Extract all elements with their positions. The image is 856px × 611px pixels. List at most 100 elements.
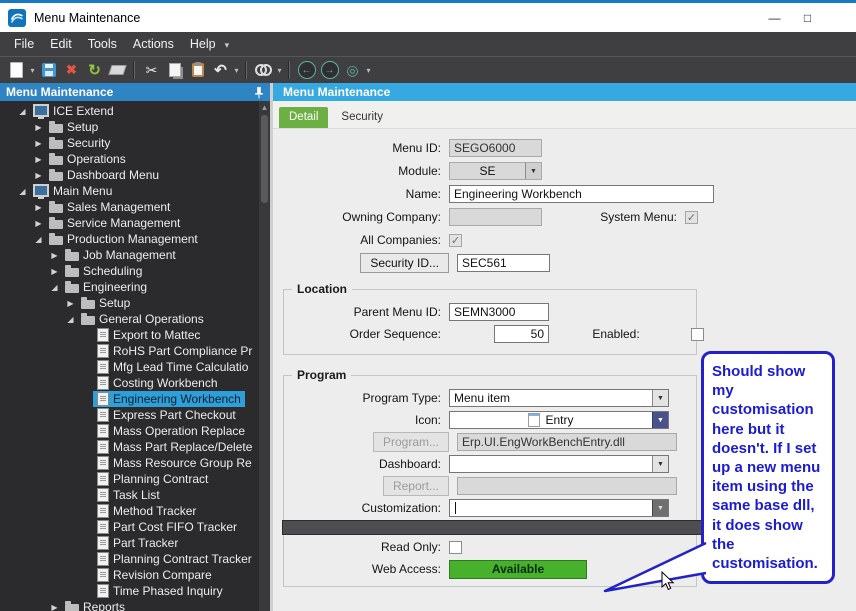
menu-actions[interactable]: Actions — [125, 34, 182, 54]
tree-node[interactable]: Mfg Lead Time Calculatio — [93, 359, 252, 375]
expander-icon[interactable] — [32, 219, 45, 228]
scroll-up-icon[interactable]: ▲ — [261, 103, 269, 112]
tree-item[interactable]: General Operations — [0, 311, 259, 327]
tree-node[interactable]: Engineering Workbench — [93, 391, 245, 407]
tree-node[interactable]: Task List — [93, 487, 164, 503]
customization-select[interactable]: ▼ — [449, 499, 669, 517]
expander-icon[interactable] — [48, 251, 61, 260]
expander-icon[interactable] — [32, 203, 45, 212]
expander-icon[interactable] — [48, 267, 61, 276]
tree-node[interactable]: Method Tracker — [93, 503, 200, 519]
chevron-down-icon[interactable]: ▼ — [652, 390, 668, 406]
tree-node[interactable]: Scheduling — [61, 263, 146, 279]
tree-node[interactable]: RoHS Part Compliance Pr — [93, 343, 256, 359]
tree-item[interactable]: Mfg Lead Time Calculatio — [0, 359, 259, 375]
tree-item[interactable]: Reports — [0, 599, 259, 611]
chevron-down-icon[interactable]: ▾ — [364, 66, 373, 75]
chevron-down-icon[interactable]: ▾ — [28, 66, 37, 75]
expander-icon[interactable] — [64, 315, 77, 324]
tree-item[interactable]: Setup — [0, 295, 259, 311]
tree-item[interactable]: Service Management — [0, 215, 259, 231]
tree-item[interactable]: RoHS Part Compliance Pr — [0, 343, 259, 359]
parent-menu-id-field[interactable]: SEMN3000 — [449, 303, 549, 321]
tree-node[interactable]: Service Management — [45, 215, 184, 231]
tree-node[interactable]: Planning Contract Tracker — [93, 551, 256, 567]
menu-edit[interactable]: Edit — [42, 34, 80, 54]
tree-node[interactable]: Production Management — [45, 231, 202, 247]
tree-node[interactable]: Security — [45, 135, 114, 151]
tree-node[interactable]: Time Phased Inquiry — [93, 583, 227, 599]
tree-node[interactable]: Planning Contract — [93, 471, 212, 487]
enabled-checkbox[interactable] — [691, 328, 704, 341]
expander-icon[interactable] — [16, 187, 29, 196]
tree-item[interactable]: Mass Operation Replace — [0, 423, 259, 439]
tree-item[interactable]: ICE Extend — [0, 103, 259, 119]
menu-tools[interactable]: Tools — [80, 34, 125, 54]
tree-item[interactable]: Method Tracker — [0, 503, 259, 519]
tree-item[interactable]: Scheduling — [0, 263, 259, 279]
tree-item[interactable]: Planning Contract — [0, 471, 259, 487]
expander-icon[interactable] — [32, 235, 45, 244]
tree-item[interactable]: Main Menu — [0, 183, 259, 199]
pin-icon[interactable] — [254, 86, 264, 99]
tree-item[interactable]: Job Management — [0, 247, 259, 263]
name-field[interactable]: Engineering Workbench — [449, 185, 714, 203]
tree-item[interactable]: Revision Compare — [0, 567, 259, 583]
tree-node[interactable]: Export to Mattec — [93, 327, 204, 343]
tree-scrollbar[interactable]: ▲ — [259, 101, 270, 611]
tree-item[interactable]: Planning Contract Tracker — [0, 551, 259, 567]
tree-node[interactable]: General Operations — [77, 311, 208, 327]
read-only-checkbox[interactable] — [449, 541, 462, 554]
tree-item[interactable]: Mass Resource Group Re — [0, 455, 259, 471]
dashboard-select[interactable]: ▼ — [449, 455, 669, 473]
expander-icon[interactable] — [16, 107, 29, 116]
tree-item[interactable]: Sales Management — [0, 199, 259, 215]
tree-node[interactable]: Revision Compare — [93, 567, 216, 583]
scrollbar-thumb[interactable] — [261, 115, 268, 203]
new-button[interactable] — [5, 59, 28, 81]
tree-node[interactable]: ICE Extend — [29, 103, 118, 119]
tree-node[interactable]: Sales Management — [45, 199, 174, 215]
order-sequence-field[interactable]: 50 — [494, 325, 549, 343]
tab-detail[interactable]: Detail — [279, 107, 328, 128]
tree-item[interactable]: Dashboard Menu — [0, 167, 259, 183]
expander-icon[interactable] — [32, 139, 45, 148]
web-access-status-badge[interactable]: Available — [449, 560, 587, 579]
maximize-button[interactable]: □ — [793, 7, 822, 29]
cut-button[interactable]: ✂ — [140, 59, 163, 81]
expander-icon[interactable] — [48, 603, 61, 611]
chevron-down-icon[interactable]: ▼ — [652, 412, 668, 428]
chevron-down-icon[interactable]: ▼ — [652, 456, 668, 472]
tree-item[interactable]: Production Management — [0, 231, 259, 247]
tree-node[interactable]: Main Menu — [29, 183, 116, 199]
tree-node[interactable]: Setup — [45, 119, 102, 135]
navigate-back-button[interactable]: ← — [295, 59, 318, 81]
undo-button[interactable]: ↶ — [209, 59, 232, 81]
tree-node[interactable]: Mass Operation Replace — [93, 423, 249, 439]
tree-item[interactable]: Engineering — [0, 279, 259, 295]
tree-node[interactable]: Express Part Checkout — [93, 407, 240, 423]
paste-button[interactable] — [186, 59, 209, 81]
chevron-down-icon[interactable]: ▾ — [224, 38, 235, 51]
tree-item[interactable]: Costing Workbench — [0, 375, 259, 391]
copy-button[interactable] — [163, 59, 186, 81]
tree-node[interactable]: Mass Part Replace/Delete — [93, 439, 256, 455]
tree-node[interactable]: Costing Workbench — [93, 375, 222, 391]
delete-button[interactable]: ✖ — [60, 59, 83, 81]
tree-item[interactable]: Export to Mattec — [0, 327, 259, 343]
navigate-forward-button[interactable]: → — [318, 59, 341, 81]
security-id-field[interactable]: SEC561 — [457, 254, 550, 272]
chevron-down-icon[interactable]: ▾ — [232, 66, 241, 75]
tree-node[interactable]: Mass Resource Group Re — [93, 455, 256, 471]
tree-item[interactable]: Engineering Workbench — [0, 391, 259, 407]
tree-node[interactable]: Setup — [77, 295, 134, 311]
chevron-down-icon[interactable]: ▾ — [275, 66, 284, 75]
tree-item[interactable]: Express Part Checkout — [0, 407, 259, 423]
expander-icon[interactable] — [48, 283, 61, 292]
tree-item[interactable]: Mass Part Replace/Delete — [0, 439, 259, 455]
clear-button[interactable] — [106, 59, 129, 81]
expander-icon[interactable] — [32, 155, 45, 164]
refresh-button[interactable]: ↻ — [83, 59, 106, 81]
tree-item[interactable]: Part Tracker — [0, 535, 259, 551]
menu-help[interactable]: Help — [182, 34, 224, 54]
